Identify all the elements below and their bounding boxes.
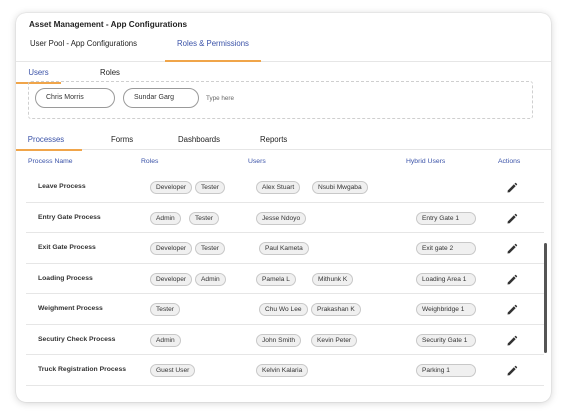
hybrid-user-chip: Exit gate 2	[416, 242, 476, 255]
pencil-icon[interactable]	[506, 303, 518, 315]
tab-roles-permissions-label: Roles & Permissions	[177, 39, 249, 48]
table-row: Secutiry Check Process Admin John Smith Kev…	[26, 325, 544, 355]
user-chip: Paul Kameta	[259, 242, 309, 255]
hybrid-user-chip: Loading Area 1	[416, 272, 476, 286]
table-scrollbar[interactable]	[544, 243, 547, 353]
user-chip[interactable]: Chris Morris	[35, 88, 115, 108]
user-chip: Prakashan K	[311, 303, 361, 316]
pencil-icon[interactable]	[506, 334, 518, 346]
role-chip: Developer	[150, 181, 193, 194]
user-chip[interactable]: Sundar Garg	[123, 88, 199, 108]
user-chip: Nsubi Mwgaba	[312, 181, 368, 194]
role-chip: Guest User	[150, 364, 196, 377]
tab-processes-label: Processes	[27, 135, 65, 144]
role-chip: Admin	[195, 272, 226, 286]
tab-roles-permissions[interactable]: Roles & Permissions	[165, 36, 261, 62]
table-row: Loading Process Developer Admin Pamela L Mit…	[26, 264, 544, 294]
table-header: Process Name Roles Users Hybrid Users Ac…	[16, 158, 551, 170]
user-chip: Alex Stuart	[256, 181, 301, 194]
hybrid-user-chip: Entry Gate 1	[416, 211, 476, 225]
process-name: Secutiry Check Process	[38, 335, 116, 343]
pencil-icon[interactable]	[506, 273, 518, 285]
process-name: Exit Gate Process	[38, 244, 96, 251]
tab-forms[interactable]: Forms	[111, 135, 133, 144]
column-header-actions: Actions	[498, 158, 521, 165]
user-chip: John Smith	[256, 333, 301, 347]
column-header-roles[interactable]: Roles	[141, 158, 158, 165]
user-chip: Chu Wo Lee	[259, 303, 308, 316]
hybrid-user-chip: Weighbridge 1	[416, 303, 476, 316]
process-name: Truck Registration Process	[38, 366, 127, 373]
hybrid-user-chip: Security Gate 1	[416, 333, 476, 347]
table-row: Entry Gate Process Admin Tester Jesse Ndoyo…	[26, 203, 544, 233]
section-tab-bar: Processes Forms Dashboards Reports	[16, 135, 551, 151]
column-header-hybrid-users[interactable]: Hybrid Users	[406, 158, 445, 165]
subtab-users-label: Users	[28, 68, 49, 77]
role-chip: Tester	[195, 242, 225, 255]
user-chip: Mithunk K	[312, 272, 354, 286]
pencil-icon[interactable]	[506, 242, 518, 254]
hybrid-user-chip: Parking 1	[416, 364, 476, 377]
process-name: Entry Gate Process	[38, 213, 101, 221]
table-row: Weighment Process Tester Chu Wo Lee Prakash…	[26, 294, 544, 325]
tab-processes[interactable]: Processes	[16, 135, 82, 151]
table-row: Exit Gate Process Developer Tester Paul Kam…	[26, 233, 544, 264]
top-tab-bar: User Pool - App Configurations Roles & P…	[16, 36, 551, 62]
tab-user-pool[interactable]: User Pool - App Configurations	[30, 36, 137, 62]
role-chip: Admin	[150, 211, 181, 225]
user-chip: Kevin Peter	[311, 333, 358, 347]
page-title: Asset Management - App Configurations	[29, 20, 187, 29]
pencil-icon[interactable]	[506, 364, 518, 376]
process-name: Leave Process	[38, 183, 86, 190]
role-chip: Admin	[150, 333, 181, 347]
tab-dashboards[interactable]: Dashboards	[178, 135, 220, 144]
role-chip: Tester	[189, 211, 219, 225]
subtab-roles[interactable]: Roles	[100, 68, 120, 77]
role-chip: Developer	[150, 272, 193, 286]
table-row: Truck Registration Process Guest User Kelv…	[26, 355, 544, 386]
active-section-underline	[16, 149, 82, 151]
role-chip: Tester	[150, 303, 180, 316]
app-config-card: Asset Management - App Configurations Us…	[16, 13, 551, 402]
table-row: Leave Process Developer Tester Alex Stuart N…	[26, 172, 544, 203]
process-table-body: Leave Process Developer Tester Alex Stuart N…	[16, 172, 551, 386]
column-header-process-name[interactable]: Process Name	[28, 158, 73, 165]
pencil-icon[interactable]	[506, 212, 518, 224]
user-chip: Kelvin Kalaria	[256, 364, 309, 377]
pencil-icon[interactable]	[506, 181, 518, 193]
user-search-input[interactable]	[206, 95, 286, 102]
active-tab-underline	[165, 60, 261, 62]
process-name: Loading Process	[38, 274, 93, 282]
user-chip: Pamela L	[256, 272, 296, 286]
role-chip: Tester	[195, 181, 225, 194]
user-selector-box[interactable]: Chris Morris Sundar Garg	[28, 81, 533, 119]
user-chip: Jesse Ndoyo	[256, 211, 307, 225]
tab-reports[interactable]: Reports	[260, 135, 287, 144]
role-chip: Developer	[150, 242, 193, 255]
column-header-users[interactable]: Users	[248, 158, 266, 165]
process-name: Weighment Process	[38, 305, 103, 312]
